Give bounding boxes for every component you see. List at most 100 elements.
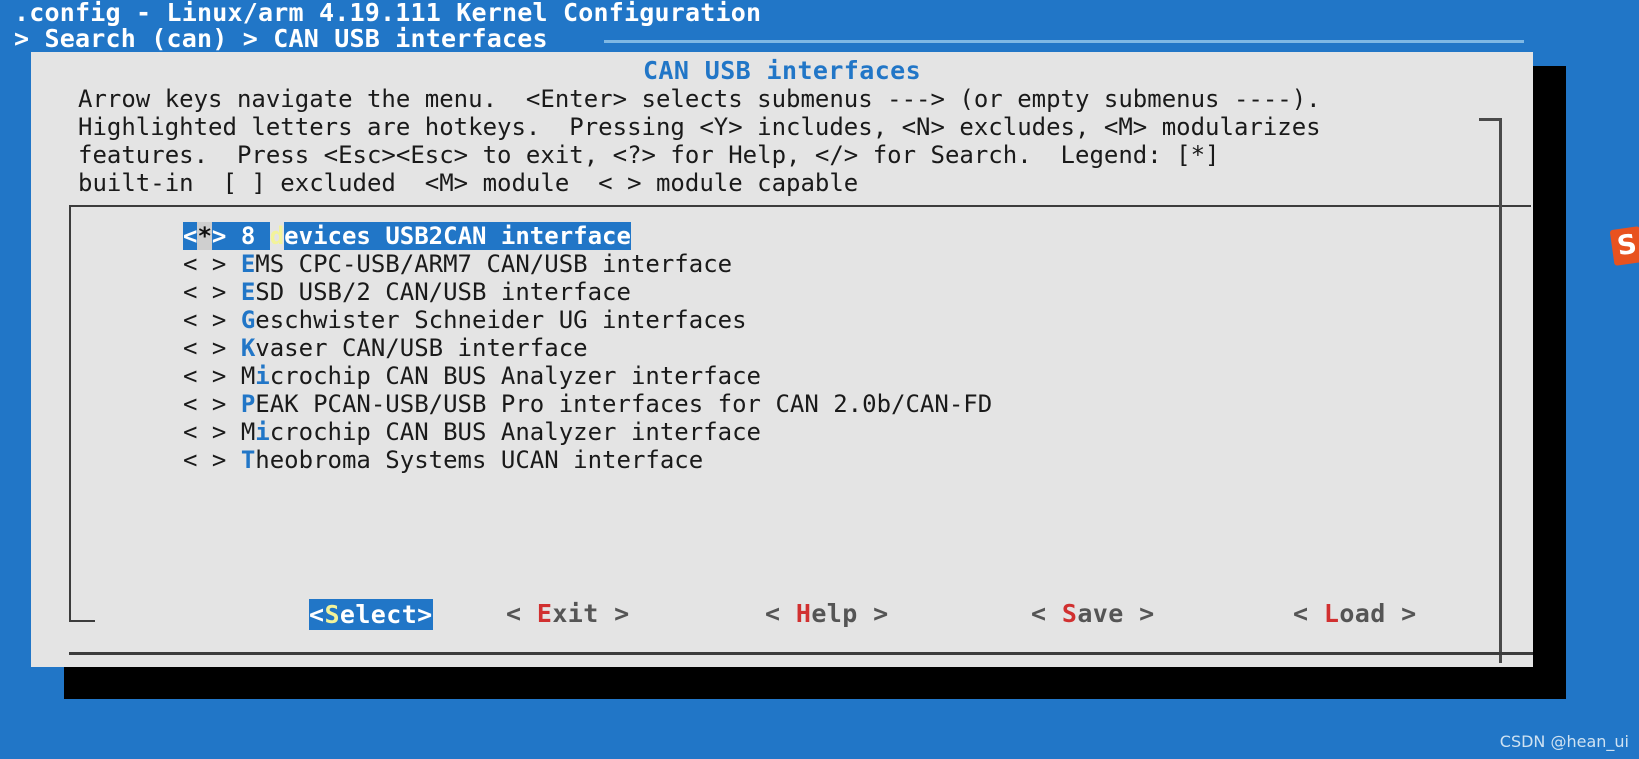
menu-item[interactable]: <*> 8 devices USB2CAN interface bbox=[183, 222, 1183, 250]
button-prefix: < bbox=[309, 600, 325, 629]
menu-item-bracket-close: > bbox=[211, 362, 241, 390]
menu-item-hotkey: d bbox=[269, 222, 285, 250]
menu-item[interactable]: < > Geschwister Schneider UG interfaces bbox=[183, 306, 1183, 334]
scroll-rail[interactable] bbox=[1499, 118, 1502, 663]
menu-item-hotkey: G bbox=[240, 306, 256, 334]
menu-item-bracket-open: < bbox=[183, 390, 198, 418]
menu-item-state-char: * bbox=[197, 222, 212, 250]
button-hotkey: E bbox=[536, 599, 553, 628]
help-line: built-in [ ] excluded <M> module < > mod… bbox=[78, 169, 859, 197]
menu-item-bracket-close: > bbox=[211, 446, 241, 474]
menu-item-state-char bbox=[197, 390, 211, 418]
help-line: features. Press <Esc><Esc> to exit, <?> … bbox=[78, 141, 1220, 169]
button-prefix: < bbox=[765, 599, 796, 628]
menu-item[interactable]: < > Microchip CAN BUS Analyzer interface bbox=[183, 362, 1183, 390]
button-suffix: > bbox=[1385, 599, 1417, 628]
button-suffix: > bbox=[857, 599, 889, 628]
load-button[interactable]: < Load > bbox=[1293, 599, 1417, 628]
menu-item-state-char bbox=[197, 334, 211, 362]
button-prefix: < bbox=[1031, 599, 1062, 628]
select-button[interactable]: <Select> bbox=[309, 599, 433, 630]
menu-item[interactable]: < > Theobroma Systems UCAN interface bbox=[183, 446, 1183, 474]
menu-item-hotkey: E bbox=[240, 250, 256, 278]
sogou-s-icon[interactable]: S bbox=[1609, 226, 1639, 266]
menu-item-state-char bbox=[197, 362, 211, 390]
menu-item-bracket-open: < bbox=[183, 250, 198, 278]
breadcrumb-rule bbox=[604, 40, 1524, 43]
menu-item-hotkey: K bbox=[240, 334, 256, 362]
menu-item[interactable]: < > Kvaser CAN/USB interface bbox=[183, 334, 1183, 362]
menu-item[interactable]: < > EMS CPC-USB/ARM7 CAN/USB interface bbox=[183, 250, 1183, 278]
help-button[interactable]: < Help > bbox=[765, 599, 889, 628]
dialog-bottom-rule bbox=[69, 652, 1533, 655]
help-text: Arrow keys navigate the menu. <Enter> se… bbox=[78, 85, 1321, 197]
button-hotkey: S bbox=[1061, 599, 1078, 628]
button-prefix: < bbox=[1293, 599, 1324, 628]
menu-item-bracket-open: < bbox=[183, 306, 198, 334]
menu-item-state-char bbox=[197, 446, 211, 474]
menuconfig-dialog: CAN USB interfaces Arrow keys navigate t… bbox=[31, 52, 1533, 667]
menu-item[interactable]: < > Microchip CAN BUS Analyzer interface bbox=[183, 418, 1183, 446]
button-suffix: > bbox=[417, 600, 433, 629]
button-label: xit bbox=[552, 599, 599, 628]
menu-item-label: eschwister Schneider UG interfaces bbox=[255, 306, 747, 334]
dialog-title: CAN USB interfaces bbox=[642, 56, 922, 85]
menu-item-bracket-close: > bbox=[211, 418, 241, 446]
menu-list: <*> 8 devices USB2CAN interface < > EMS C… bbox=[183, 222, 1183, 474]
menu-item-hotkey: E bbox=[240, 278, 256, 306]
menu-item-hotkey: T bbox=[240, 446, 256, 474]
menu-item-bracket-close: > bbox=[211, 334, 241, 362]
list-frame-left-border bbox=[69, 205, 71, 622]
window-title: .config - Linux/arm 4.19.111 Kernel Conf… bbox=[14, 0, 762, 27]
menu-item-label-pre: M bbox=[240, 418, 256, 446]
menu-item-hotkey: P bbox=[240, 390, 256, 418]
button-hotkey: L bbox=[1323, 599, 1340, 628]
menu-item-state-char bbox=[197, 418, 211, 446]
button-hotkey: S bbox=[324, 600, 340, 629]
menu-item-label: vaser CAN/USB interface bbox=[255, 334, 588, 362]
menu-item-label: crochip CAN BUS Analyzer interface bbox=[269, 418, 761, 446]
menu-item-state-char bbox=[197, 306, 211, 334]
menu-item-label: SD USB/2 CAN/USB interface bbox=[255, 278, 631, 306]
menu-item-state-char bbox=[197, 250, 211, 278]
button-suffix: > bbox=[1123, 599, 1155, 628]
menu-item-bracket-close: > bbox=[211, 306, 241, 334]
menu-item-bracket-open: < bbox=[183, 222, 198, 250]
save-button[interactable]: < Save > bbox=[1031, 599, 1155, 628]
button-bar: <Select> < Exit > < Help > < Save > < Load > bbox=[31, 599, 1533, 639]
menu-item-label-pre: 8 bbox=[240, 222, 270, 250]
menu-item-bracket-close: > bbox=[211, 222, 241, 250]
button-suffix: > bbox=[598, 599, 630, 628]
watermark: CSDN @hean_ui bbox=[1499, 732, 1629, 751]
menu-item-label: heobroma Systems UCAN interface bbox=[255, 446, 704, 474]
menu-item-hotkey: i bbox=[255, 418, 270, 446]
menu-item-bracket-open: < bbox=[183, 418, 198, 446]
menu-item-bracket-close: > bbox=[211, 250, 241, 278]
menu-item[interactable]: < > ESD USB/2 CAN/USB interface bbox=[183, 278, 1183, 306]
terminal-header: .config - Linux/arm 4.19.111 Kernel Conf… bbox=[0, 0, 1639, 52]
menu-item-bracket-open: < bbox=[183, 446, 198, 474]
button-label: elp bbox=[811, 599, 858, 628]
scroll-rail-cap bbox=[1479, 118, 1502, 121]
menu-item-bracket-open: < bbox=[183, 362, 198, 390]
menu-item-hotkey: i bbox=[255, 362, 270, 390]
list-frame-top-border bbox=[69, 205, 1531, 207]
menu-item-bracket-close: > bbox=[211, 278, 241, 306]
menu-item-state-char bbox=[197, 278, 211, 306]
button-label: ave bbox=[1077, 599, 1124, 628]
menu-item-bracket-close: > bbox=[211, 390, 241, 418]
menu-item-label: crochip CAN BUS Analyzer interface bbox=[269, 362, 761, 390]
button-label: oad bbox=[1339, 599, 1386, 628]
menu-item-bracket-open: < bbox=[183, 278, 198, 306]
menu-item[interactable]: < > PEAK PCAN-USB/USB Pro interfaces for… bbox=[183, 390, 1183, 418]
button-hotkey: H bbox=[795, 599, 812, 628]
menu-item-label: evices USB2CAN interface bbox=[284, 222, 631, 250]
help-line: Highlighted letters are hotkeys. Pressin… bbox=[78, 113, 1321, 141]
button-prefix: < bbox=[506, 599, 537, 628]
menu-item-label-pre: M bbox=[240, 362, 256, 390]
terminal-screen: .config - Linux/arm 4.19.111 Kernel Conf… bbox=[0, 0, 1639, 759]
exit-button[interactable]: < Exit > bbox=[506, 599, 630, 628]
help-line: Arrow keys navigate the menu. <Enter> se… bbox=[78, 85, 1321, 113]
menu-item-label: MS CPC-USB/ARM7 CAN/USB interface bbox=[255, 250, 733, 278]
breadcrumb: > Search (can) > CAN USB interfaces bbox=[14, 24, 548, 53]
